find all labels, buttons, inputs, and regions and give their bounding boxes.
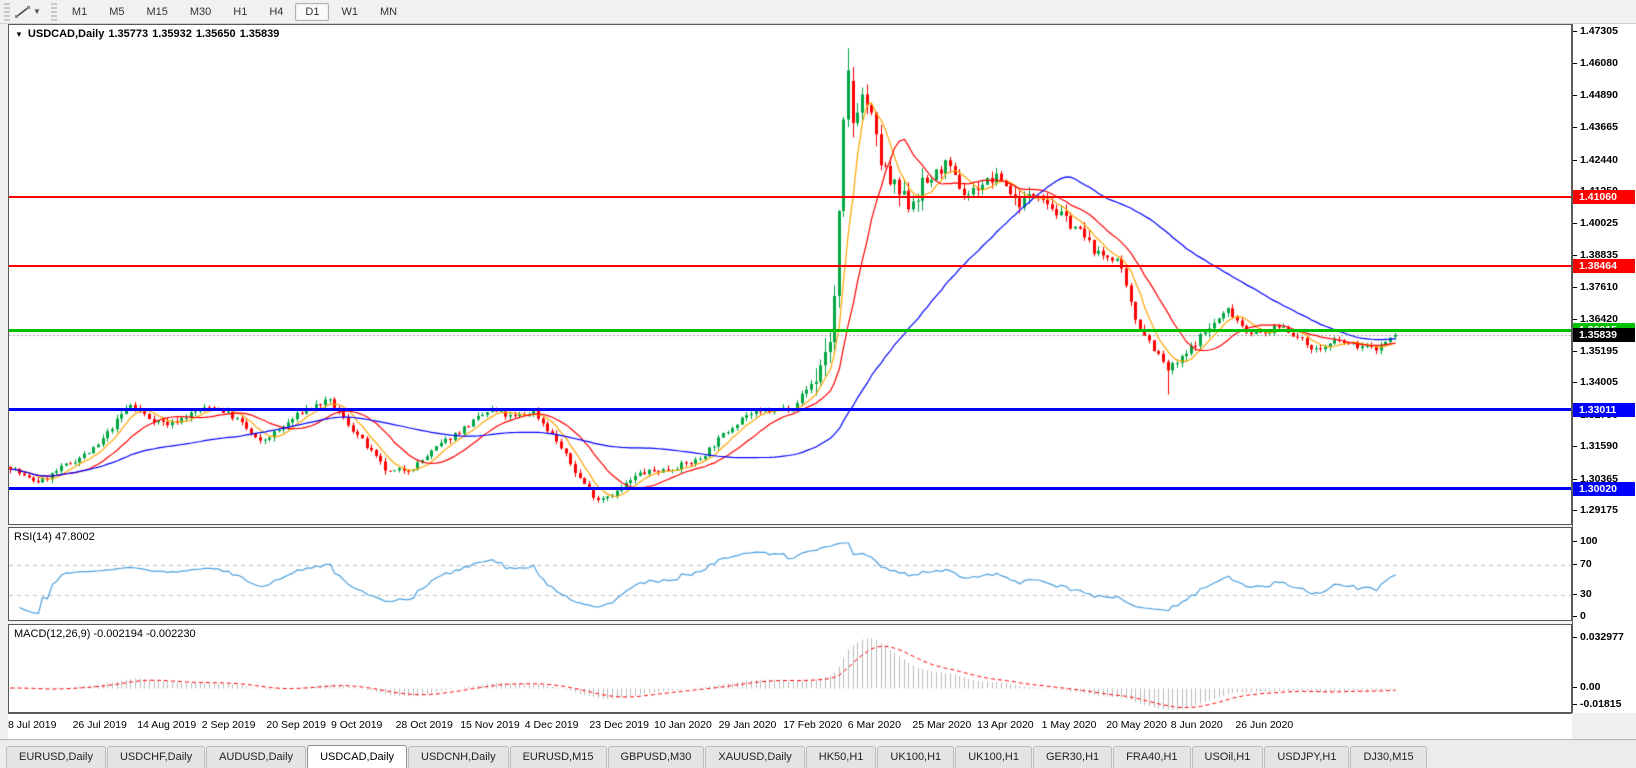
date-label: 8 Jun 2020 [1170,719,1223,731]
tab-uk100-h1[interactable]: UK100,H1 [955,746,1032,768]
horizontal-line-1.4106[interactable] [9,195,1571,198]
rsi-tick: 0 [1573,610,1586,622]
ohlc-close: 1.35839 [239,28,280,40]
ohlc-open: 1.35773 [108,28,149,40]
date-label: 14 Aug 2019 [137,719,197,731]
date-label: 15 Nov 2019 [460,719,520,731]
rsi-tick: 30 [1573,588,1592,600]
horizontal-line-1.36015[interactable] [9,328,1571,332]
tab-gbpusd-m30[interactable]: GBPUSD,M30 [607,746,705,768]
price-tick: 1.31590 [1573,440,1618,452]
horizontal-line-1.38464[interactable] [9,264,1571,267]
price-tick: 1.29175 [1573,504,1618,516]
chart-symbol: USDCAD,Daily [27,28,105,40]
price-tick: 1.34005 [1573,376,1618,388]
date-label: 2 Sep 2019 [201,719,256,731]
price-line-label: 1.35839 [1573,327,1635,342]
price-tick: 1.46080 [1573,57,1618,69]
chart-title: ▼ USDCAD,Daily 1.35773 1.35932 1.35650 1.3583… [15,28,283,40]
macd-title: MACD(12,26,9) -0.002194 -0.002230 [14,628,196,640]
ohlc-high: 1.35932 [152,28,192,40]
date-label: 17 Feb 2020 [783,719,843,731]
chart-canvas[interactable] [0,0,1636,768]
rsi-title: RSI(14) 47.8002 [14,531,95,543]
date-label: 13 Apr 2020 [977,719,1034,731]
date-label: 20 May 2020 [1106,719,1167,731]
date-label: 26 Jun 2020 [1235,719,1294,731]
tab-fra40-h1[interactable]: FRA40,H1 [1113,746,1191,768]
chart-tabs: EURUSD,Daily USDCHF,Daily AUDUSD,Daily USDC… [0,739,1636,768]
price-line-label: 1.41060 [1573,189,1635,204]
tab-usdcnh-daily[interactable]: USDCNH,Daily [408,746,509,768]
ohlc-low: 1.35650 [195,28,236,40]
price-line-label: 1.33011 [1573,402,1635,417]
tab-audusd-daily[interactable]: AUDUSD,Daily [206,746,307,768]
date-label: 20 Sep 2019 [266,719,326,731]
rsi-tick: 100 [1573,535,1598,547]
tab-eurusd-daily[interactable]: EURUSD,Daily [6,746,106,768]
tab-usdcad-daily[interactable]: USDCAD,Daily [307,745,408,768]
horizontal-line-1.33011[interactable] [9,408,1571,412]
date-label: 26 Jul 2019 [72,719,127,731]
tab-hk50-h1[interactable]: HK50,H1 [805,746,877,768]
horizontal-line-1.3002[interactable] [9,487,1571,491]
chevron-down-icon[interactable]: ▼ [15,30,23,39]
price-tick: 1.37610 [1573,281,1618,293]
time-axis: 8 Jul 2019 26 Jul 2019 14 Aug 2019 2 Sep 20… [8,713,1572,739]
price-line-label: 1.30020 [1573,481,1635,496]
tab-usoil-h1[interactable]: USOil,H1 [1191,746,1264,768]
rsi-tick: 70 [1573,558,1592,570]
price-tick: 1.47305 [1573,25,1618,37]
price-tick: 1.35195 [1573,345,1618,357]
price-tick: 1.42440 [1573,154,1618,166]
tab-usdchf-daily[interactable]: USDCHF,Daily [106,746,206,768]
date-label: 28 Oct 2019 [395,719,453,731]
date-label: 1 May 2020 [1041,719,1097,731]
date-label: 9 Oct 2019 [331,719,383,731]
date-label: 8 Jul 2019 [8,719,57,731]
date-label: 10 Jan 2020 [654,719,712,731]
price-line-label: 1.38464 [1573,258,1635,273]
date-label: 25 Mar 2020 [912,719,972,731]
tab-ger30-h1[interactable]: GER30,H1 [1032,746,1113,768]
price-tick: 1.43665 [1573,121,1618,133]
mt4-window: ▼ M1M5M15M30H1H4D1W1MN ▼USDCAD,Daily1.35… [0,0,1636,768]
date-label: 4 Dec 2019 [524,719,579,731]
price-tick: 1.44890 [1573,89,1618,101]
tab-usdjpy-h1[interactable]: USDJPY,H1 [1264,746,1350,768]
price-axis: 1.473051.460801.448901.436651.424401.412… [1572,24,1636,713]
date-label: 6 Mar 2020 [847,719,901,731]
price-tick: 1.40025 [1573,217,1618,229]
macd-tick: 0.032977 [1573,631,1624,643]
macd-tick: 0.00 [1573,681,1600,693]
tab-uk100-h1[interactable]: UK100,H1 [877,746,955,768]
tab-eurusd-m15[interactable]: EURUSD,M15 [509,746,607,768]
date-label: 29 Jan 2020 [718,719,777,731]
tab-xauusd-daily[interactable]: XAUUSD,Daily [705,746,805,768]
macd-tick: -0.01815 [1573,698,1621,710]
date-label: 23 Dec 2019 [589,719,649,731]
tab-dj30-m15[interactable]: DJ30,M15 [1350,746,1427,768]
